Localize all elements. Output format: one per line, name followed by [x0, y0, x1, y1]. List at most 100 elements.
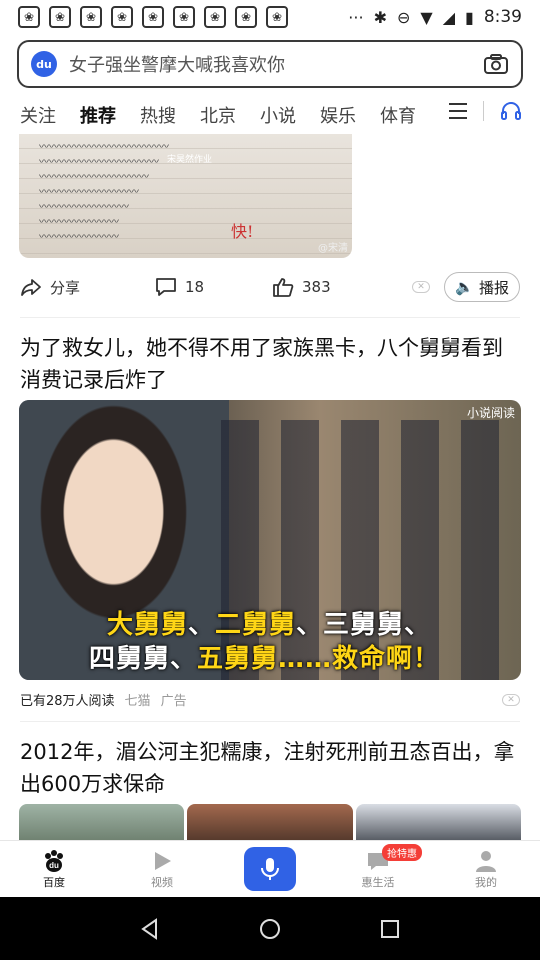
nav-label: 百度	[43, 876, 65, 889]
baidu-notification-icon: ❀	[235, 6, 257, 28]
caption-text: 大舅舅	[107, 610, 189, 640]
caption-line-1: 大舅舅、二舅舅、三舅舅、	[107, 604, 431, 641]
comment-count: 18	[185, 278, 205, 296]
tab-tools	[449, 100, 522, 122]
search-input[interactable]: 女子强坐警摩大喊我喜欢你	[69, 51, 285, 77]
baidu-notification-icon: ❀	[204, 6, 226, 28]
search-bar[interactable]: du 女子强坐警摩大喊我喜欢你	[17, 40, 523, 88]
status-bar: ❀ ❀ ❀ ❀ ❀ ❀ ❀ ❀ ❀ ··· ✱ ⊖ ▼ ◢ ▮ 8:39	[0, 0, 540, 34]
article-thumbnails[interactable]	[19, 804, 521, 840]
nav-label: 我的	[475, 876, 497, 889]
read-count: 已有28万人阅读	[20, 694, 115, 709]
thumbnail-1[interactable]	[19, 804, 185, 840]
tab-follow[interactable]: 关注	[20, 102, 56, 128]
voice-search-button[interactable]	[244, 847, 296, 891]
camera-icon[interactable]	[483, 53, 509, 75]
caption-text: 、	[188, 610, 216, 640]
home-icon[interactable]	[259, 918, 281, 940]
baidu-notification-icon: ❀	[111, 6, 133, 28]
tab-beijing[interactable]: 北京	[200, 102, 236, 128]
ad-label: 广告	[160, 694, 187, 709]
headset-icon[interactable]	[500, 100, 522, 122]
teacher-mark: 快!	[231, 222, 254, 241]
notebook-handwriting: 〰〰〰〰〰〰〰〰〰〰〰〰〰 〰〰〰〰〰〰〰〰〰〰〰〰 〰〰〰〰〰〰〰〰〰〰〰 〰〰〰〰…	[39, 142, 169, 243]
notification-icons: ❀ ❀ ❀ ❀ ❀ ❀ ❀ ❀ ❀	[18, 6, 288, 28]
divider	[483, 101, 484, 121]
baidu-notification-icon: ❀	[173, 6, 195, 28]
image-caption: 宋昊然作业	[167, 155, 213, 165]
channel-tabs: 关注 推荐 热搜 北京 小说 娱乐 体育	[0, 96, 540, 138]
bluetooth-icon: ✱	[373, 7, 387, 27]
divider	[20, 721, 520, 722]
caption-text: 二舅舅	[215, 610, 297, 640]
tab-hot-search[interactable]: 热搜	[140, 102, 176, 128]
ad-source: 七猫	[124, 694, 151, 709]
baidu-notification-icon: ❀	[142, 6, 164, 28]
thumbnail-2[interactable]	[187, 804, 353, 840]
battery-icon: ▮	[465, 7, 474, 27]
back-icon[interactable]	[139, 917, 161, 940]
baidu-notification-icon: ❀	[80, 6, 102, 28]
image-watermark: @宋清	[318, 243, 348, 254]
caption-text: 五舅舅	[197, 644, 279, 674]
baidu-notification-icon: ❀	[49, 6, 71, 28]
mic-icon	[261, 858, 279, 880]
share-label: 分享	[50, 278, 81, 297]
share-button[interactable]: 分享	[20, 277, 155, 298]
article-title[interactable]: 2012年，湄公河主犯糯康，注射死刑前丑态百出，拿出600万求保命	[20, 736, 520, 800]
nav-video[interactable]: 视频	[108, 848, 216, 890]
nav-label: 视频	[151, 876, 173, 889]
nav-voice[interactable]	[216, 847, 324, 891]
tab-sports[interactable]: 体育	[380, 102, 416, 128]
user-icon	[474, 848, 498, 874]
like-button[interactable]: 383	[272, 277, 412, 297]
dismiss-button[interactable]: ✕	[412, 281, 430, 293]
divider	[20, 317, 520, 318]
recents-icon[interactable]	[379, 918, 401, 940]
thumbs-up-icon	[273, 278, 294, 297]
card1-actions: 分享 18 383 ✕ 🔈 播报	[20, 272, 520, 302]
homework-image[interactable]: 〰〰〰〰〰〰〰〰〰〰〰〰〰 〰〰〰〰〰〰〰〰〰〰〰〰 〰〰〰〰〰〰〰〰〰〰〰 〰〰〰〰…	[19, 134, 352, 258]
nav-label: 惠生活	[361, 876, 395, 889]
like-count: 383	[302, 278, 331, 296]
menu-icon[interactable]	[449, 103, 467, 119]
baidu-logo-icon: du	[31, 51, 57, 77]
svg-text:du: du	[49, 861, 59, 870]
novel-ad-image[interactable]: 小说阅读 大舅舅、二舅舅、三舅舅、 四舅舅、五舅舅……救命啊！	[19, 400, 521, 680]
novel-reading-tag: 小说阅读	[466, 406, 515, 420]
dismiss-button[interactable]: ✕	[502, 693, 520, 706]
baidu-notification-icon: ❀	[266, 6, 288, 28]
speaker-icon: 🔈	[455, 278, 474, 296]
news-feed[interactable]: 〰〰〰〰〰〰〰〰〰〰〰〰〰 〰〰〰〰〰〰〰〰〰〰〰〰 〰〰〰〰〰〰〰〰〰〰〰 〰〰〰〰…	[0, 134, 540, 840]
paw-icon: du	[41, 848, 67, 874]
ad-meta: 已有28万人阅读 七猫 广告 ✕	[20, 690, 520, 709]
thumbnail-3[interactable]	[355, 804, 521, 840]
comment-button[interactable]: 18	[155, 277, 272, 297]
promo-badge: 抢特惠	[382, 844, 422, 861]
tab-entertainment[interactable]: 娱乐	[320, 102, 356, 128]
baidu-notification-icon: ❀	[18, 6, 40, 28]
nav-me[interactable]: 我的	[432, 848, 540, 890]
play-icon	[150, 848, 174, 874]
status-right: ··· ✱ ⊖ ▼ ◢ ▮ 8:39	[348, 7, 522, 27]
tab-novel[interactable]: 小说	[260, 102, 296, 128]
caption-text: 、三舅舅、	[296, 610, 432, 640]
bottom-nav: du 百度 视频 抢特惠 惠生活 我的	[0, 840, 540, 897]
comment-icon	[156, 278, 176, 296]
nav-baidu[interactable]: du 百度	[0, 848, 108, 890]
system-nav-bar	[0, 897, 540, 960]
signal-icon: ◢	[442, 7, 455, 27]
article-title[interactable]: 为了救女儿，她不得不用了家族黑卡，八个舅舅看到消费记录后炸了	[20, 332, 520, 396]
dnd-icon: ⊖	[396, 7, 411, 27]
nav-life[interactable]: 抢特惠 惠生活	[324, 844, 432, 890]
read-aloud-button[interactable]: 🔈 播报	[444, 272, 520, 302]
more-dots: ···	[348, 7, 364, 27]
tab-recommend[interactable]: 推荐	[80, 102, 116, 138]
caption-line-2: 四舅舅、五舅舅……救命啊！	[89, 638, 440, 675]
clock: 8:39	[483, 7, 522, 27]
read-aloud-label: 播报	[478, 278, 509, 297]
caption-text: 四舅舅、	[89, 644, 198, 674]
wifi-icon: ▼	[420, 7, 433, 27]
caption-text: ……救命啊！	[278, 644, 441, 674]
share-icon	[21, 279, 41, 296]
